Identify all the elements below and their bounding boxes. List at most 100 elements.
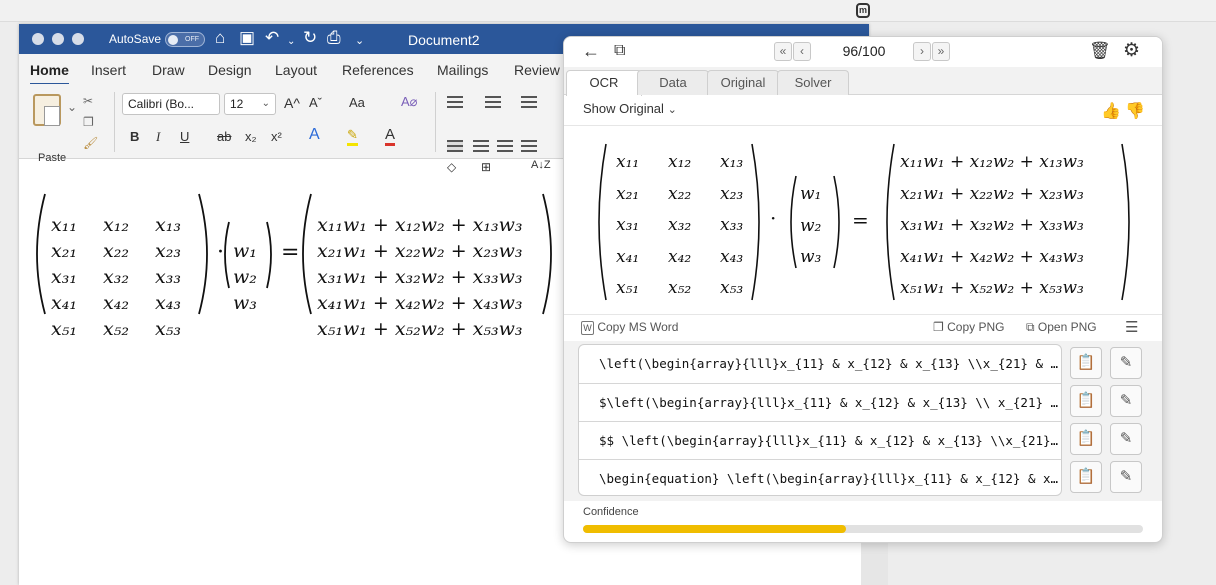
grow-font-button[interactable]: A^	[284, 95, 300, 111]
edit-icon[interactable]: ✎	[1110, 461, 1142, 493]
zoom-window-button[interactable]	[72, 33, 84, 45]
tab-references[interactable]: References	[342, 62, 414, 78]
tab-home[interactable]: Home	[30, 62, 69, 86]
shading-icon[interactable]: ◇	[447, 159, 456, 175]
chevron-down-icon: ⌄	[667, 104, 677, 116]
redo-icon[interactable]: ↻	[303, 29, 317, 47]
clear-formatting-icon[interactable]: A⌀	[401, 94, 418, 110]
undo-icon[interactable]: ↶	[265, 29, 279, 47]
format-painter-icon[interactable]: 🖌	[83, 136, 98, 150]
tab-review[interactable]: Review	[514, 62, 560, 78]
paste-icon[interactable]	[33, 94, 61, 126]
undo-dropdown-icon[interactable]: ⌄	[287, 33, 295, 51]
sliders-icon[interactable]: ☰	[1125, 318, 1138, 336]
next-page-button[interactable]: ›	[913, 42, 931, 61]
show-original-label: Show Original	[583, 101, 664, 116]
open-png-button[interactable]: ⧉ Open PNG	[1026, 320, 1097, 335]
font-name-select[interactable]: Calibri (Bo...	[122, 93, 220, 115]
italic-button[interactable]: I	[156, 129, 160, 145]
home-icon[interactable]: ⌂	[215, 29, 225, 47]
change-case-button[interactable]: Aa	[349, 95, 365, 111]
matrix-cell: x₂₂	[103, 240, 129, 262]
edit-icon[interactable]: ✎	[1110, 347, 1142, 379]
clipboard-icon[interactable]: 📋	[1070, 423, 1102, 455]
app-menubar-icon[interactable]: m	[856, 3, 870, 18]
gear-icon[interactable]: ⚙	[1123, 39, 1140, 62]
vector-cell: w₂	[233, 266, 257, 288]
justify-icon[interactable]	[521, 140, 537, 152]
font-color-button[interactable]: A	[385, 127, 396, 146]
thumbs-down-icon[interactable]: 👎	[1125, 101, 1145, 121]
shrink-font-button[interactable]: Aˇ	[309, 95, 322, 111]
system-menubar: m	[0, 0, 1216, 22]
close-window-button[interactable]	[32, 33, 44, 45]
copy-png-button[interactable]: ❐ Copy PNG	[933, 320, 1004, 334]
screenshot-icon[interactable]: ⧉	[614, 42, 625, 60]
tab-insert[interactable]: Insert	[91, 62, 126, 78]
last-page-button[interactable]: »	[932, 42, 950, 61]
copy-png-label: Copy PNG	[947, 320, 1005, 334]
tab-original[interactable]: Original	[707, 70, 779, 95]
copy-format-icon[interactable]: ❐	[83, 115, 94, 129]
matrix-cell: x₃₂	[103, 266, 129, 288]
font-size-value: 12	[230, 97, 244, 111]
copy-ms-word-button[interactable]: W Copy MS Word	[581, 320, 678, 335]
align-center-icon[interactable]	[473, 140, 489, 152]
font-size-select[interactable]: 12 ⌄	[224, 93, 276, 115]
tab-draw[interactable]: Draw	[152, 62, 185, 78]
latex-result-row[interactable]: \begin{equation} \left(\begin{array}{lll…	[579, 459, 1061, 495]
panel-tabs: OCR Data Original Solver	[564, 67, 1162, 96]
clipboard-icon[interactable]: 📋	[1070, 385, 1102, 417]
borders-icon[interactable]: ⊞	[481, 159, 491, 175]
preview-result-cell: x₃₁w₁ + x₃₂w₂ + x₃₃w₃	[900, 215, 1084, 235]
bullets-icon[interactable]	[447, 96, 463, 108]
tab-design[interactable]: Design	[208, 62, 252, 78]
highlight-icon[interactable]: ✎	[347, 127, 358, 146]
align-right-icon[interactable]	[497, 140, 513, 152]
align-left-icon[interactable]	[447, 140, 463, 152]
clipboard-icon[interactable]: 📋	[1070, 461, 1102, 493]
cut-icon[interactable]: ✂	[83, 94, 93, 108]
multilevel-list-icon[interactable]	[521, 96, 537, 108]
open-external-icon: ⧉	[1026, 320, 1035, 334]
superscript-button[interactable]: x²	[271, 129, 282, 145]
strikethrough-button[interactable]: ab	[217, 129, 231, 145]
edit-icon[interactable]: ✎	[1110, 423, 1142, 455]
save-icon[interactable]: ▣	[239, 29, 255, 47]
edit-icon[interactable]: ✎	[1110, 385, 1142, 417]
thumbs-up-icon[interactable]: 👍	[1101, 101, 1121, 121]
subscript-button[interactable]: x₂	[245, 129, 257, 145]
latex-result-row[interactable]: $$ \left(\begin{array}{lll}x_{11} & x_{1…	[579, 421, 1061, 459]
matrix-cell: x₄₃	[155, 292, 181, 314]
document-equation[interactable]: x₁₁ x₁₂ x₁₃ x₂₁ x₂₂ x₂₃ x₃₁ x₃₂ x₃₃ x₄₁ x₄₂ x₄₃ x₅₁ x…	[31, 192, 561, 340]
preview-matrix-cell: x₅₁	[616, 278, 640, 298]
preview-equals-sign: =	[852, 208, 869, 232]
bold-button[interactable]: B	[130, 129, 139, 145]
sort-button[interactable]: A↓Z	[531, 157, 553, 173]
result-cell: x₂₁w₁ + x₂₂w₂ + x₂₃w₃	[317, 240, 523, 262]
tab-data[interactable]: Data	[637, 70, 709, 95]
autosave-toggle[interactable]: OFF	[165, 32, 205, 47]
customize-toolbar-icon[interactable]: ⌄	[355, 32, 364, 50]
text-effects-icon[interactable]: A	[309, 127, 320, 143]
trash-icon[interactable]: 🗑	[1089, 41, 1111, 61]
minimize-window-button[interactable]	[52, 33, 64, 45]
print-icon[interactable]: ⎙	[327, 29, 341, 47]
back-arrow-icon[interactable]: ←	[582, 41, 600, 62]
latex-result-row[interactable]: \left(\begin{array}{lll}x_{11} & x_{12} …	[579, 345, 1061, 383]
numbering-icon[interactable]	[485, 96, 501, 108]
tab-solver[interactable]: Solver	[777, 70, 849, 95]
show-original-toggle[interactable]: Show Original ⌄	[583, 101, 677, 116]
tab-layout[interactable]: Layout	[275, 62, 317, 78]
paste-dropdown-icon[interactable]: ⌄	[67, 100, 77, 114]
underline-button[interactable]: U	[180, 129, 189, 145]
latex-result-row[interactable]: $\left(\begin{array}{lll}x_{11} & x_{12}…	[579, 383, 1061, 421]
preview-vector-cell: w₃	[800, 247, 822, 267]
tab-ocr[interactable]: OCR	[566, 70, 642, 96]
tab-mailings[interactable]: Mailings	[437, 62, 488, 78]
preview-result-cell: x₄₁w₁ + x₄₂w₂ + x₄₃w₃	[900, 246, 1084, 267]
prev-page-button[interactable]: ‹	[793, 42, 811, 61]
clipboard-icon[interactable]: 📋	[1070, 347, 1102, 379]
first-page-button[interactable]: «	[774, 42, 792, 61]
word-doc-icon: W	[581, 321, 594, 335]
